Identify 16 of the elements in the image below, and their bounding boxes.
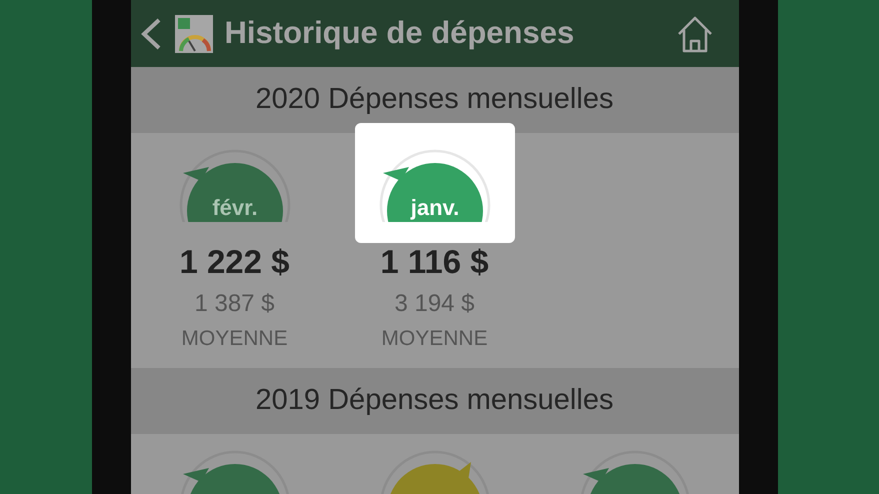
month-amount: 1 116 $ [380, 245, 489, 278]
section-title: 2019 Dépenses mensuelles [256, 383, 614, 418]
average-amount: 1 387 $ [194, 292, 275, 316]
month-bubble-drawing[interactable] [179, 450, 290, 494]
month-label: janv. [410, 195, 459, 220]
header-title: Historique de dépenses [224, 14, 576, 52]
average-amount: 3 194 $ [394, 292, 475, 316]
month-amount: 1 222 $ [179, 245, 290, 278]
back-icon[interactable] [138, 16, 162, 50]
section-title: 2020 Dépenses mensuelles [256, 82, 614, 118]
month-bubble-drawing[interactable] [579, 450, 690, 494]
average-label: MOYENNE [381, 328, 488, 349]
month-label: févr. [212, 195, 258, 220]
month-bubble-drawing[interactable] [179, 150, 290, 222]
average-label: MOYENNE [181, 328, 288, 349]
gauge-logo-icon [174, 14, 212, 52]
